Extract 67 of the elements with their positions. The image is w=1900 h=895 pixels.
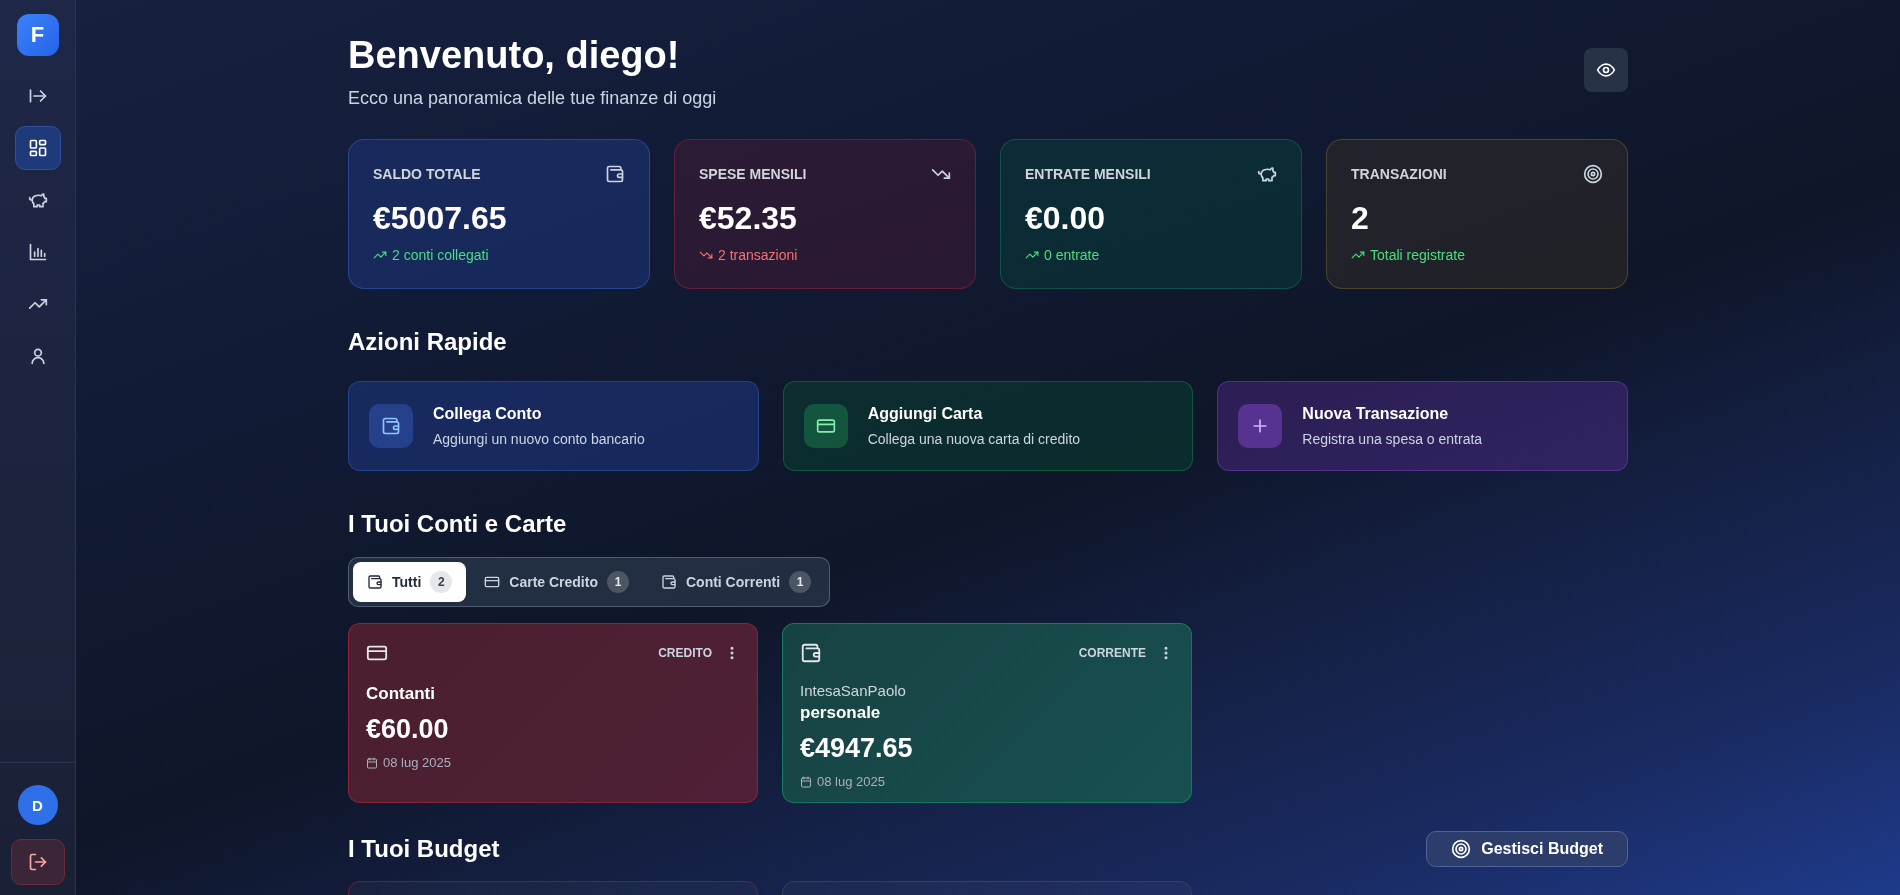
wallet-icon: [660, 574, 677, 590]
welcome-subtitle: Ecco una panoramica delle tue finanze di oggi: [348, 88, 717, 109]
action-title: Collega Conto: [433, 405, 543, 423]
account-card[interactable]: CORRENTE IntesaSanPaolo personale €4947.65 08 lug 2025: [782, 623, 1192, 803]
logout-button[interactable]: [10, 839, 65, 885]
wallet-icon: [381, 416, 401, 436]
filter-tab[interactable]: Conti Correnti 1: [646, 562, 826, 602]
nav-button[interactable]: [14, 126, 61, 170]
account-date: 08 lug 2025: [383, 755, 451, 770]
stat-label: SALDO TOTALE: [373, 166, 481, 182]
account-balance: €60.00: [366, 714, 450, 745]
stat-label: ENTRATE MENSILI: [1025, 166, 1151, 182]
account-name: Contanti: [366, 684, 436, 704]
account-date: 08 lug 2025: [817, 774, 885, 789]
stat-note: 2 conti collegati: [392, 247, 489, 263]
account-card[interactable]: CREDITO Contanti €60.00 08 lug 2025: [348, 623, 758, 803]
wallet-icon: [605, 164, 625, 184]
target-icon: [1451, 839, 1472, 859]
calendar-icon: [366, 756, 378, 769]
account-type: CORRENTE: [1078, 646, 1146, 660]
user-avatar[interactable]: D: [17, 785, 58, 825]
stat-label: SPESE MENSILI: [699, 166, 807, 182]
section-title: I Tuoi Budget: [348, 834, 500, 864]
stat-value: €5007.65: [373, 200, 508, 237]
action-description: Registra una spesa o entrata: [1302, 431, 1483, 447]
section-title: I Tuoi Conti e Carte: [348, 509, 568, 539]
stat-note: Totali registrate: [1370, 247, 1465, 263]
logout-icon: [27, 852, 48, 872]
stat-note: 0 entrate: [1044, 247, 1100, 263]
wallet-icon: [800, 642, 822, 664]
filter-tab[interactable]: Carte Credito 1: [470, 562, 643, 602]
bar-chart-icon: [27, 242, 48, 262]
arrow-to-bar-icon: [27, 86, 48, 106]
stat-note: 2 transazioni: [718, 247, 798, 263]
stat-label: TRANSAZIONI: [1351, 166, 1447, 182]
eye-icon: [1596, 60, 1616, 80]
count-badge: 1: [606, 571, 629, 593]
action-title: Aggiungi Carta: [867, 405, 984, 423]
manage-budget-button[interactable]: Gestisci Budget: [1426, 831, 1628, 867]
calendar-icon: [800, 775, 812, 788]
count-badge: 2: [430, 571, 453, 593]
credit-card-icon: [815, 416, 836, 436]
app-logo[interactable]: F: [16, 14, 59, 56]
welcome-title: Benvenuto, diego!: [348, 33, 681, 78]
count-badge: 1: [789, 571, 812, 593]
visibility-button[interactable]: [1584, 48, 1628, 92]
quick-action-card[interactable]: Nuova Transazione Registra una spesa o entrata: [1217, 381, 1628, 471]
action-title: Nuova Transazione: [1302, 405, 1450, 423]
account-balance: €4947.65: [800, 733, 914, 764]
credit-card-icon: [484, 574, 501, 590]
stat-value: €52.35: [699, 200, 798, 237]
stat-value: €0.00: [1025, 200, 1107, 237]
quick-action-card[interactable]: Aggiungi Carta Collega una nuova carta di credito: [782, 381, 1194, 471]
action-description: Collega una nuova carta di credito: [867, 431, 1081, 447]
piggy-bank-icon: [1257, 164, 1277, 184]
quick-action-card[interactable]: Collega Conto Aggiungi un nuovo conto bancario: [348, 381, 759, 471]
stat-value: 2: [1351, 200, 1370, 237]
account-name: personale: [800, 703, 882, 723]
bank-name: IntesaSanPaolo: [800, 682, 907, 699]
dashboard-grid-icon: [27, 138, 48, 158]
target-icon: [1583, 164, 1603, 184]
wallet-icon: [367, 574, 383, 590]
piggy-bank-icon: [27, 190, 48, 210]
section-title: Azioni Rapide: [348, 327, 508, 357]
account-type: CREDITO: [658, 646, 712, 660]
action-description: Aggiungi un nuovo conto bancario: [433, 431, 645, 447]
filter-tab[interactable]: Tutti 2: [353, 562, 467, 602]
